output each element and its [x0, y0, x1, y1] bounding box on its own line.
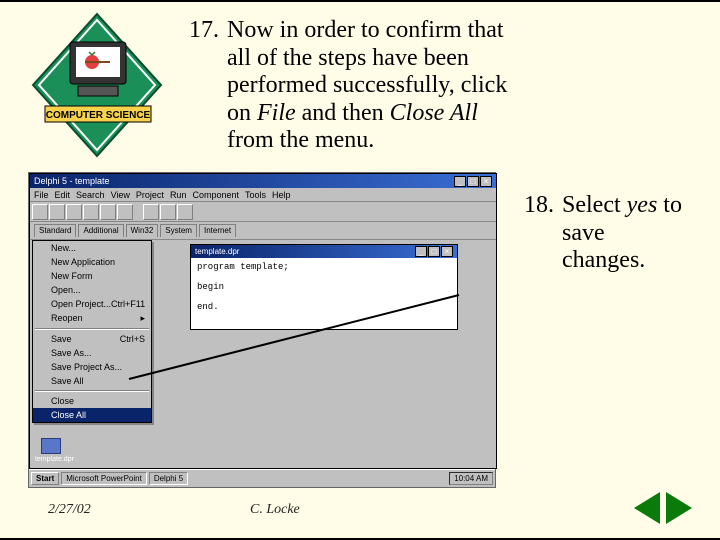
step-17-body: Now in order to confirm that all of the … [227, 17, 527, 155]
menu-item-save-project-as[interactable]: Save Project As... [33, 360, 151, 374]
menu-item-new[interactable]: New... [33, 241, 151, 255]
tool-button[interactable] [143, 204, 159, 220]
embedded-screenshot: Delphi 5 - template _ □ × File Edit Sear… [28, 172, 496, 488]
window-buttons: _ □ × [454, 176, 492, 187]
slide-nav [634, 492, 692, 524]
menu-search[interactable]: Search [76, 190, 105, 200]
desktop-icon-label: template.dpr [35, 456, 74, 463]
menubar: File Edit Search View Project Run Compon… [30, 188, 496, 202]
menu-run[interactable]: Run [170, 190, 187, 200]
close-button[interactable]: × [480, 176, 492, 187]
menu-item-reopen[interactable]: Reopen▸ [33, 311, 151, 326]
tab-win32[interactable]: Win32 [126, 224, 159, 237]
tab-additional[interactable]: Additional [78, 224, 123, 237]
menu-project[interactable]: Project [136, 190, 164, 200]
prev-slide-button[interactable] [634, 492, 660, 524]
menu-file[interactable]: File [34, 190, 49, 200]
step-17-number: 17. [175, 17, 219, 45]
yes-keyword: yes [627, 192, 658, 218]
menu-tools[interactable]: Tools [245, 190, 266, 200]
step-18-number: 18. [518, 192, 554, 220]
menu-view[interactable]: View [111, 190, 130, 200]
delphi-window: Delphi 5 - template _ □ × File Edit Sear… [29, 173, 497, 469]
tab-system[interactable]: System [160, 224, 197, 237]
titlebar: Delphi 5 - template _ □ × [30, 174, 496, 188]
minimize-button[interactable]: _ [454, 176, 466, 187]
code-window: template.dpr _ □ × program template; beg… [190, 244, 458, 330]
tab-standard[interactable]: Standard [34, 224, 76, 237]
footer-author: C. Locke [250, 502, 300, 518]
menu-item-new-form[interactable]: New Form [33, 269, 151, 283]
tool-button[interactable] [177, 204, 193, 220]
step-18-body: Select yes to save changes. [562, 192, 682, 275]
menu-item-open[interactable]: Open... [33, 283, 151, 297]
step-17-text: 17. Now in order to confirm that all of … [175, 17, 535, 155]
code-content: program template; begin end. [191, 258, 457, 316]
code-minimize[interactable]: _ [415, 246, 427, 257]
tool-button[interactable] [83, 204, 99, 220]
start-button[interactable]: Start [31, 472, 59, 485]
tool-button[interactable] [49, 204, 65, 220]
taskbar: Start Microsoft PowerPoint Delphi 5 10:0… [29, 469, 495, 487]
taskbar-item-delphi[interactable]: Delphi 5 [149, 472, 188, 485]
file-icon [41, 438, 61, 454]
menu-separator [35, 328, 149, 330]
window-title: Delphi 5 - template [34, 176, 110, 186]
file-menu: New... New Application New Form Open... … [32, 240, 152, 423]
tool-button[interactable] [100, 204, 116, 220]
maximize-button[interactable]: □ [467, 176, 479, 187]
menu-item-close[interactable]: Close [33, 394, 151, 408]
menu-item-new-application[interactable]: New Application [33, 255, 151, 269]
step-18-text: 18. Select yes to save changes. [518, 192, 688, 275]
footer-date: 2/27/02 [48, 502, 91, 518]
next-slide-button[interactable] [666, 492, 692, 524]
computer-science-logo: COMPUTER SCIENCE [30, 10, 165, 160]
component-tabs: Standard Additional Win32 System Interne… [30, 222, 496, 240]
code-title: template.dpr [195, 247, 239, 256]
taskbar-item-powerpoint[interactable]: Microsoft PowerPoint [61, 472, 147, 485]
menu-separator [35, 390, 149, 392]
menu-item-close-all[interactable]: Close All [33, 408, 151, 422]
menu-item-open-project[interactable]: Open Project...Ctrl+F11 [33, 297, 151, 311]
code-maximize[interactable]: □ [428, 246, 440, 257]
menu-help[interactable]: Help [272, 190, 291, 200]
tool-button[interactable] [160, 204, 176, 220]
logo-banner-text: COMPUTER SCIENCE [46, 110, 151, 121]
slide: COMPUTER SCIENCE 17. Now in order to con… [0, 0, 720, 540]
clock: 10:04 AM [454, 474, 488, 483]
desktop-icon[interactable]: template.dpr [35, 438, 67, 463]
tool-button[interactable] [32, 204, 48, 220]
menu-component[interactable]: Component [192, 190, 239, 200]
tool-button[interactable] [66, 204, 82, 220]
menu-item-save[interactable]: SaveCtrl+S [33, 332, 151, 346]
system-tray: 10:04 AM [449, 472, 493, 485]
tab-internet[interactable]: Internet [199, 224, 236, 237]
client-area: New... New Application New Form Open... … [30, 240, 496, 466]
file-keyword: File [257, 100, 296, 126]
tool-button[interactable] [117, 204, 133, 220]
toolbar [30, 202, 496, 222]
menu-item-save-as[interactable]: Save As... [33, 346, 151, 360]
menu-item-save-all[interactable]: Save All [33, 374, 151, 388]
code-close[interactable]: × [441, 246, 453, 257]
close-all-keyword: Close All [390, 100, 478, 126]
menu-edit[interactable]: Edit [55, 190, 71, 200]
code-titlebar: template.dpr _ □ × [191, 245, 457, 258]
